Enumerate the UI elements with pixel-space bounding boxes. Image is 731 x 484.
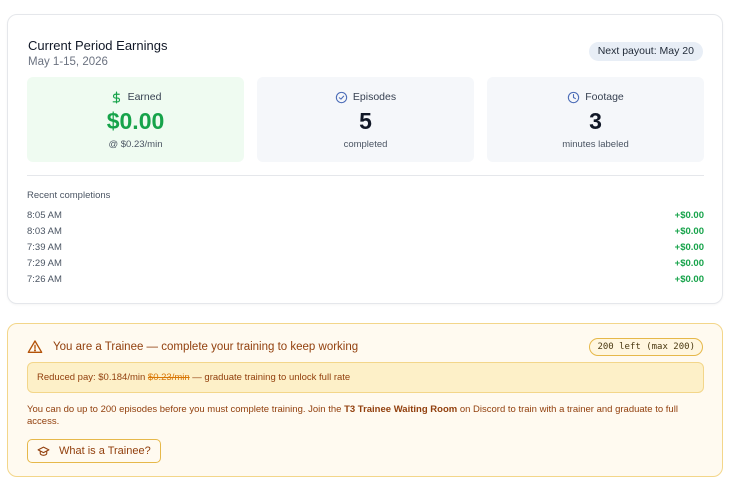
completion-amount: +$0.00: [674, 225, 704, 237]
earnings-title: Current Period Earnings: [28, 38, 168, 53]
stat-episodes-label: Episodes: [352, 91, 397, 103]
stat-footage-label: Footage: [585, 91, 624, 103]
completion-amount: +$0.00: [674, 209, 704, 221]
stat-footage-value: 3: [589, 108, 602, 134]
divider: [27, 175, 704, 176]
full-rate-strikethrough: $0.23/min: [147, 372, 190, 383]
list-item: 7:26 AM +$0.00: [27, 271, 704, 287]
stat-earned-value: $0.00: [106, 108, 165, 134]
trainee-title: You are a Trainee — complete your traini…: [53, 341, 359, 353]
completion-time: 8:03 AM: [27, 225, 62, 237]
list-item: 8:03 AM +$0.00: [27, 223, 704, 239]
completion-amount: +$0.00: [674, 257, 704, 269]
trainee-notice: You are a Trainee — complete your traini…: [7, 323, 723, 477]
recent-completions-title: Recent completions: [27, 190, 111, 201]
completion-time: 8:05 AM: [27, 209, 62, 221]
completion-amount: +$0.00: [674, 241, 704, 253]
payout-badge: Next payout: May 20: [588, 42, 703, 61]
what-is-trainee-label: What is a Trainee?: [59, 445, 151, 457]
stat-earned: Earned $0.00 @ $0.23/min: [27, 77, 244, 162]
completion-time: 7:39 AM: [27, 241, 62, 253]
reduced-pay-banner: Reduced pay: $0.184/min $0.23/min — grad…: [27, 362, 704, 393]
completion-time: 7:29 AM: [27, 257, 62, 269]
recent-completions-list: 8:05 AM +$0.00 8:03 AM +$0.00 7:39 AM +$…: [27, 207, 704, 287]
stat-earned-label: Earned: [127, 91, 162, 103]
reduced-pay-note: — graduate training to unlock full rate: [192, 372, 351, 383]
stat-episodes-sub: completed: [343, 139, 388, 150]
completion-time: 7:26 AM: [27, 273, 62, 285]
warning-icon: [27, 339, 43, 355]
list-item: 8:05 AM +$0.00: [27, 207, 704, 223]
stat-episodes: Episodes 5 completed: [257, 77, 474, 162]
stat-footage-sub: minutes labeled: [562, 139, 629, 150]
episodes-left-badge: 200 left (max 200): [589, 338, 703, 356]
check-circle-icon: [335, 91, 348, 104]
waiting-room-name: T3 Trainee Waiting Room: [344, 404, 458, 415]
reduced-pay-rate: Reduced pay: $0.184/min: [37, 372, 146, 383]
completion-amount: +$0.00: [674, 273, 704, 285]
stat-footage: Footage 3 minutes labeled: [487, 77, 704, 162]
earnings-period: May 1-15, 2026: [28, 56, 108, 68]
list-item: 7:29 AM +$0.00: [27, 255, 704, 271]
list-item: 7:39 AM +$0.00: [27, 239, 704, 255]
dollar-icon: [110, 90, 123, 104]
stats-row: Earned $0.00 @ $0.23/min Episodes 5 comp…: [27, 77, 704, 162]
earnings-card: Current Period Earnings May 1-15, 2026 N…: [7, 14, 723, 304]
stat-earned-rate: @ $0.23/min: [108, 139, 163, 150]
what-is-trainee-button[interactable]: What is a Trainee?: [27, 439, 161, 463]
graduation-cap-icon: [37, 445, 50, 458]
trainee-description: You can do up to 200 episodes before you…: [27, 404, 678, 427]
stat-episodes-value: 5: [359, 108, 372, 134]
clock-icon: [567, 91, 580, 104]
